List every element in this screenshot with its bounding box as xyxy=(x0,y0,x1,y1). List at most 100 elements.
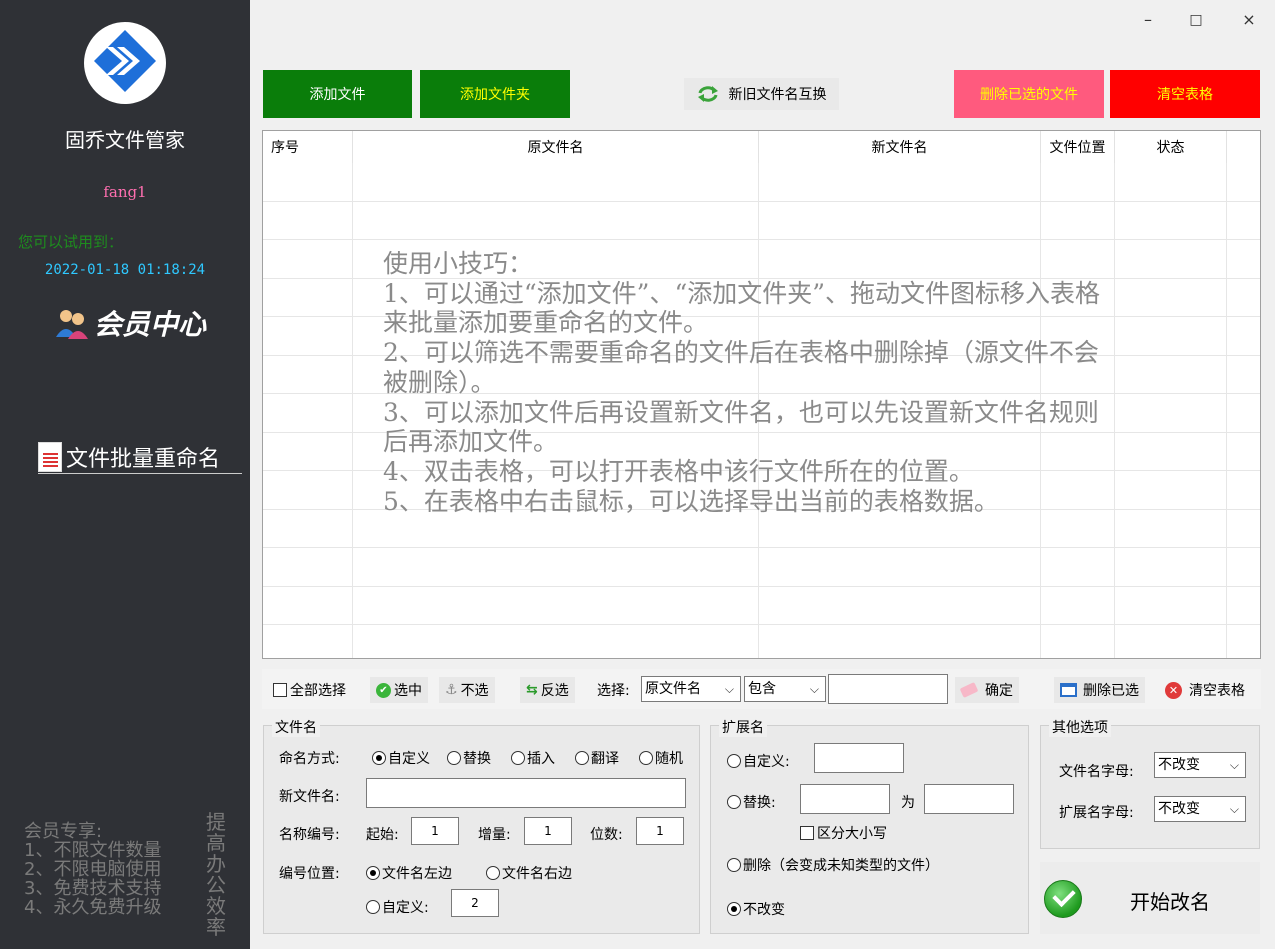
radio-icon xyxy=(511,751,525,765)
invert-button[interactable]: ⇆ 反选 xyxy=(520,677,575,703)
pos-right-label: 文件名右边 xyxy=(502,866,572,882)
delete-selected-button[interactable]: 删除已选 xyxy=(1054,677,1145,703)
clear-table-button[interactable]: 清空表格 xyxy=(1110,70,1260,118)
confirm-button[interactable]: 确定 xyxy=(955,677,1019,703)
slogan-char: 率 xyxy=(206,915,226,939)
perks-title: 会员专享: xyxy=(24,821,103,842)
clear-table-small-button[interactable]: ✕ 清空表格 xyxy=(1165,677,1245,703)
start-rename-button[interactable]: 开始改名 xyxy=(1040,862,1260,934)
start-number-input[interactable]: 1 xyxy=(411,817,459,845)
mode-translate-radio[interactable]: 翻译 xyxy=(575,748,619,768)
delete-selected-files-button[interactable]: 删除已选的文件 xyxy=(954,70,1104,118)
mode-insert-label: 插入 xyxy=(527,751,555,767)
filename-case-select[interactable]: 不改变 ⌵ xyxy=(1154,752,1246,778)
chevron-down-icon: ⌵ xyxy=(1229,758,1239,772)
ext-delete-radio[interactable]: 删除（会变成未知类型的文件） xyxy=(727,855,939,875)
member-center-label: 会员中心 xyxy=(94,308,207,341)
slogan-char: 提 xyxy=(206,810,226,834)
vertical-slogan: 提 高 办 公 效 率 xyxy=(206,812,226,938)
case-sensitive-checkbox[interactable]: 区分大小写 xyxy=(800,823,887,843)
minimize-button[interactable]: – xyxy=(1133,8,1163,32)
mode-insert-radio[interactable]: 插入 xyxy=(511,748,555,768)
ext-unchanged-label: 不改变 xyxy=(743,902,785,918)
select-all-checkbox[interactable]: 全部选择 xyxy=(273,677,346,703)
extension-group-title: 扩展名 xyxy=(719,717,767,737)
filename-group: 文件名 命名方式: 自定义 替换 插入 翻译 随机 新文件名: 名称编号: 起始… xyxy=(263,717,700,934)
tip-line: 5、在表格中右击鼠标，可以选择导出当前的表格数据。 xyxy=(383,486,999,516)
pos-custom-radio[interactable]: 自定义: xyxy=(366,897,429,917)
menu-batch-rename[interactable]: 文件批量重命名 xyxy=(38,440,242,474)
ext-replace-to-input[interactable] xyxy=(924,784,1014,814)
start-rename-label: 开始改名 xyxy=(1130,890,1210,914)
app-name: 固乔文件管家 xyxy=(65,128,185,152)
checkbox-box xyxy=(800,826,814,840)
perk-item: 1、不限文件数量 xyxy=(24,840,162,861)
column-header-location[interactable]: 文件位置 xyxy=(1041,131,1115,163)
match-select[interactable]: 包含 ⌵ xyxy=(744,676,826,702)
naming-mode-label: 命名方式: xyxy=(279,751,340,767)
step-number-input[interactable]: 1 xyxy=(524,817,572,845)
mode-random-radio[interactable]: 随机 xyxy=(639,748,683,768)
table-row[interactable] xyxy=(263,163,1260,202)
radio-icon xyxy=(575,751,589,765)
radio-icon xyxy=(366,900,380,914)
radio-icon xyxy=(486,866,500,880)
slogan-char: 高 xyxy=(206,831,226,855)
column-header-index[interactable]: 序号 xyxy=(263,131,353,163)
pos-left-label: 文件名左边 xyxy=(382,866,452,882)
radio-icon xyxy=(447,751,461,765)
maximize-button[interactable]: □ xyxy=(1181,8,1211,32)
choose-label: 选择: xyxy=(597,683,630,699)
ext-unchanged-radio[interactable]: 不改变 xyxy=(727,899,785,919)
mode-replace-radio[interactable]: 替换 xyxy=(447,748,491,768)
pos-custom-input[interactable]: 2 xyxy=(451,889,499,917)
chevron-down-icon: ⌵ xyxy=(724,682,734,696)
ext-replace-radio[interactable]: 替换: xyxy=(727,792,776,812)
member-perks: 会员专享: 1、不限文件数量 2、不限电脑使用 3、免费技术支持 4、永久免费升… xyxy=(24,822,161,917)
column-header-new-name[interactable]: 新文件名 xyxy=(759,131,1041,163)
mode-custom-radio[interactable]: 自定义 xyxy=(372,748,430,768)
table-row[interactable] xyxy=(263,201,1260,240)
table-row[interactable] xyxy=(263,625,1260,658)
unselect-label: 不选 xyxy=(460,683,489,699)
ext-case-select[interactable]: 不改变 ⌵ xyxy=(1154,796,1246,822)
member-center-button[interactable]: 会员中心 xyxy=(54,303,206,343)
radio-selected-icon xyxy=(727,902,741,916)
pos-custom-label: 自定义: xyxy=(382,900,429,916)
case-sensitive-label: 区分大小写 xyxy=(817,826,887,842)
add-file-button[interactable]: 添加文件 xyxy=(263,70,412,118)
mode-random-label: 随机 xyxy=(655,751,683,767)
swap-names-button[interactable]: 新旧文件名互换 xyxy=(684,78,839,110)
menu-batch-rename-label: 文件批量重命名 xyxy=(66,446,221,472)
select-button[interactable]: ✔ 选中 xyxy=(370,677,428,703)
file-table[interactable]: 序号 原文件名 新文件名 文件位置 状态 使用小技巧： 1、可以通过“添加文件”… xyxy=(262,130,1261,659)
select-all-label: 全部选择 xyxy=(290,683,346,699)
filter-keyword-input[interactable] xyxy=(828,674,948,704)
sidebar: 固乔文件管家 fang1 您可以试用到： 2022-01-18 01:18:24… xyxy=(0,0,250,949)
ext-custom-input[interactable] xyxy=(814,743,904,773)
table-row[interactable] xyxy=(263,586,1260,625)
pos-right-radio[interactable]: 文件名右边 xyxy=(486,863,572,883)
extension-group: 扩展名 自定义: 替换: 为 区分大小写 删除（会变成未知类型的文件） 不改变 xyxy=(710,717,1029,934)
clear-table-small-label: 清空表格 xyxy=(1189,683,1245,699)
start-label: 起始: xyxy=(366,827,399,843)
radio-icon xyxy=(727,858,741,872)
ext-custom-radio[interactable]: 自定义: xyxy=(727,751,790,771)
table-row[interactable] xyxy=(263,548,1260,587)
digits-label: 位数: xyxy=(590,827,623,843)
usage-tips: 使用小技巧： 1、可以通过“添加文件”、“添加文件夹”、拖动文件图标移入表格来批… xyxy=(383,249,1123,516)
confirm-label: 确定 xyxy=(985,683,1013,699)
members-icon xyxy=(54,305,90,341)
tip-line: 1、可以通过“添加文件”、“添加文件夹”、拖动文件图标移入表格来批量添加要重命名… xyxy=(383,278,1101,338)
pos-left-radio[interactable]: 文件名左边 xyxy=(366,863,452,883)
mode-translate-label: 翻译 xyxy=(591,751,619,767)
close-button[interactable]: × xyxy=(1234,8,1264,32)
new-name-input[interactable] xyxy=(366,778,686,808)
ext-replace-from-input[interactable] xyxy=(800,784,890,814)
add-folder-button[interactable]: 添加文件夹 xyxy=(420,70,570,118)
unselect-button[interactable]: ⚓ 不选 xyxy=(439,677,495,703)
digits-number-input[interactable]: 1 xyxy=(636,817,684,845)
column-header-status[interactable]: 状态 xyxy=(1115,131,1227,163)
field-select[interactable]: 原文件名 ⌵ xyxy=(641,676,741,702)
column-header-original-name[interactable]: 原文件名 xyxy=(353,131,759,163)
